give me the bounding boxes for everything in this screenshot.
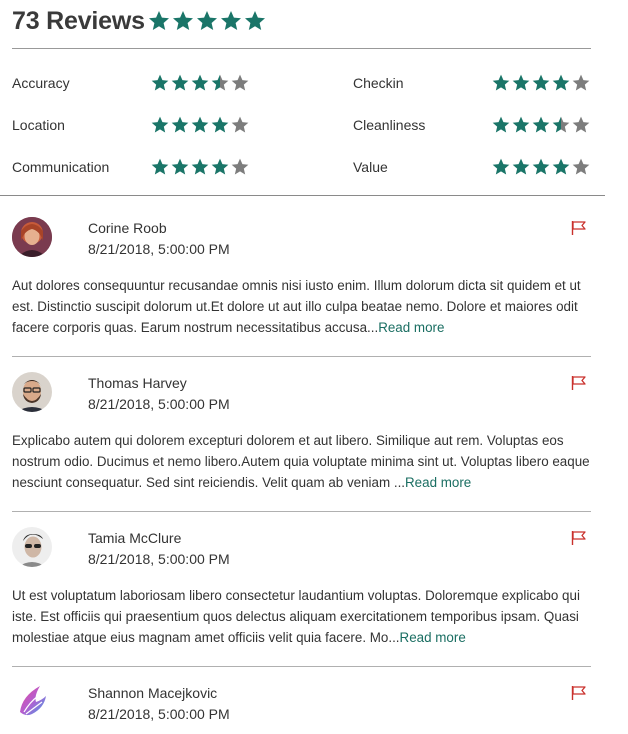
- star-icon: [171, 116, 189, 133]
- rating-communication: Communication: [12, 156, 109, 178]
- star-icon: [171, 74, 189, 91]
- star-icon: [171, 158, 189, 175]
- review-body: Explicabo autem qui dolorem excepturi do…: [12, 433, 590, 490]
- woman-portrait-avatar[interactable]: [12, 217, 52, 257]
- rating-label: Communication: [12, 159, 110, 175]
- read-more-link[interactable]: Read more: [378, 320, 444, 335]
- divider: [12, 356, 591, 357]
- star-icon: [196, 11, 217, 30]
- star-icon: [492, 116, 510, 133]
- report-flag-icon[interactable]: [570, 685, 588, 701]
- rating-label: Cleanliness: [353, 117, 426, 133]
- star-icon: [211, 158, 229, 175]
- review-item: Corine Roob 8/21/2018, 5:00:00 PM Aut do…: [12, 217, 592, 367]
- review-item: Tamia McClure 8/21/2018, 5:00:00 PM Ut e…: [12, 527, 592, 677]
- read-more-link[interactable]: Read more: [400, 630, 466, 645]
- star-icon: [512, 74, 530, 91]
- reviews-header: 73 Reviews: [12, 4, 267, 38]
- review-date: 8/21/2018, 5:00:00 PM: [88, 551, 230, 567]
- star-icon: [148, 11, 169, 30]
- bearded-man-avatar[interactable]: [12, 372, 52, 412]
- rating-label: Checkin: [353, 75, 404, 91]
- divider: [12, 666, 591, 667]
- star-icon: [211, 74, 229, 91]
- star-icon: [572, 116, 590, 133]
- star-icon: [492, 74, 510, 91]
- star-icon: [244, 11, 265, 30]
- rating-location-stars: [150, 115, 250, 135]
- read-more-link[interactable]: Read more: [405, 475, 471, 490]
- review-item: Thomas Harvey 8/21/2018, 5:00:00 PM Expl…: [12, 372, 592, 522]
- review-text: Aut dolores consequuntur recusandae omni…: [12, 275, 592, 338]
- rating-communication-stars: [150, 157, 250, 177]
- star-icon: [532, 158, 550, 175]
- star-icon: [151, 158, 169, 175]
- star-icon: [220, 11, 241, 30]
- review-date: 8/21/2018, 5:00:00 PM: [88, 706, 230, 722]
- reviewer-name: Thomas Harvey: [88, 375, 187, 391]
- divider: [0, 195, 605, 196]
- review-item: Shannon Macejkovic 8/21/2018, 5:00:00 PM: [12, 682, 592, 732]
- star-icon: [512, 116, 530, 133]
- star-icon: [532, 116, 550, 133]
- rating-label: Value: [353, 159, 388, 175]
- star-icon: [572, 158, 590, 175]
- star-icon: [151, 74, 169, 91]
- review-text: Ut est voluptatum laboriosam libero cons…: [12, 585, 592, 648]
- review-date: 8/21/2018, 5:00:00 PM: [88, 241, 230, 257]
- reviewer-name: Tamia McClure: [88, 530, 182, 546]
- star-icon: [552, 74, 570, 91]
- report-flag-icon[interactable]: [570, 530, 588, 546]
- star-icon: [191, 158, 209, 175]
- star-icon: [151, 116, 169, 133]
- reviewer-name: Shannon Macejkovic: [88, 685, 218, 701]
- report-flag-icon[interactable]: [570, 375, 588, 391]
- star-icon: [552, 158, 570, 175]
- review-body: Ut est voluptatum laboriosam libero cons…: [12, 588, 580, 645]
- star-icon: [211, 116, 229, 133]
- star-icon: [552, 116, 570, 133]
- star-icon: [231, 74, 249, 91]
- star-icon: [231, 116, 249, 133]
- rating-cleanliness-stars: [491, 115, 591, 135]
- reviewer-name: Corine Roob: [88, 220, 167, 236]
- rating-label: Accuracy: [12, 75, 70, 91]
- rating-label: Location: [12, 117, 65, 133]
- wing-logo-avatar[interactable]: [12, 682, 52, 722]
- star-icon: [191, 74, 209, 91]
- star-icon: [532, 74, 550, 91]
- rating-checkin-stars: [491, 73, 591, 93]
- star-icon: [231, 158, 249, 175]
- divider: [12, 48, 591, 49]
- review-body: Aut dolores consequuntur recusandae omni…: [12, 278, 581, 335]
- review-date: 8/21/2018, 5:00:00 PM: [88, 396, 230, 412]
- star-icon: [191, 116, 209, 133]
- rating-cleanliness: Cleanliness: [353, 114, 425, 136]
- rating-value: Value: [353, 156, 388, 178]
- star-icon: [572, 74, 590, 91]
- overall-rating-stars: [147, 9, 267, 33]
- rating-accuracy-stars: [150, 73, 250, 93]
- star-icon: [172, 11, 193, 30]
- reviews-count-title: 73 Reviews: [12, 6, 145, 35]
- rating-accuracy: Accuracy: [12, 72, 70, 94]
- man-sunglasses-avatar[interactable]: [12, 527, 52, 567]
- rating-checkin: Checkin: [353, 72, 404, 94]
- rating-value-stars: [491, 157, 591, 177]
- review-text: Explicabo autem qui dolorem excepturi do…: [12, 430, 592, 493]
- divider: [12, 511, 591, 512]
- report-flag-icon[interactable]: [570, 220, 588, 236]
- rating-location: Location: [12, 114, 65, 136]
- star-icon: [512, 158, 530, 175]
- star-icon: [492, 158, 510, 175]
